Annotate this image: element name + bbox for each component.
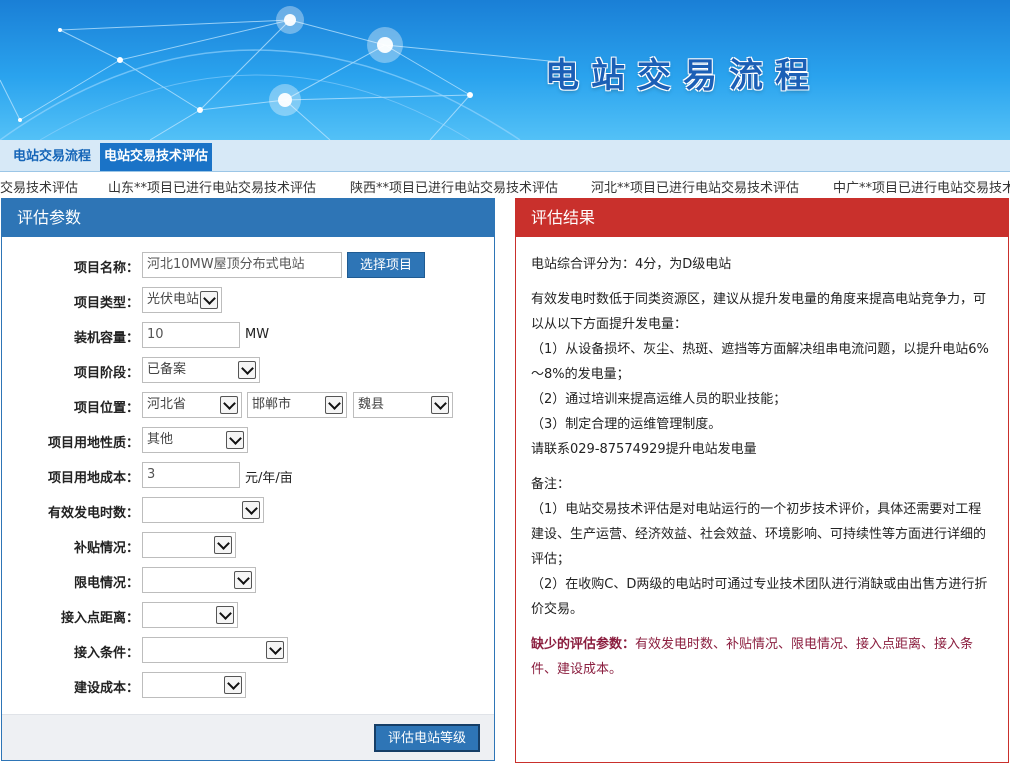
land-nature-value: 其他 (147, 432, 174, 447)
land-nature-select[interactable]: 其他 (142, 427, 248, 453)
row-location: 项目位置： 河北省 邯郸市 魏县 (2, 392, 494, 418)
advice-line: （3）制定合理的运维管理制度。 (531, 417, 722, 432)
label-project-type: 项目类型： (73, 296, 139, 311)
land-cost-input[interactable]: 3 (142, 462, 240, 488)
county-select[interactable]: 魏县 (353, 392, 453, 418)
stage-value: 已备案 (147, 362, 187, 377)
result-panel-title: 评估结果 (516, 199, 1008, 237)
chevron-down-icon (238, 361, 256, 379)
label-subsidy: 补贴情况： (73, 541, 139, 556)
label-location: 项目位置： (73, 401, 139, 416)
chevron-down-icon (234, 571, 252, 589)
evaluate-grade-button[interactable]: 评估电站等级 (373, 724, 480, 752)
result-notes: 备注： （1）电站交易技术评估是对电站运行的一个初步技术评价，具体还需要对工程建… (531, 472, 993, 622)
chevron-down-icon (242, 501, 260, 519)
stage-select[interactable]: 已备案 (142, 357, 260, 383)
province-value: 河北省 (147, 397, 187, 412)
chevron-down-icon (266, 641, 284, 659)
advice-line: 有效发电时数低于同类资源区，建议从提升发电量的角度来提高电站竞争力，可以从以下方… (531, 292, 987, 332)
build-cost-select[interactable] (142, 672, 246, 698)
note-line: （1）电站交易技术评估是对电站运行的一个初步技术评价，具体还需要对工程建设、生产… (531, 502, 987, 567)
header-banner: 电站交易流程 (0, 0, 1010, 140)
notes-title: 备注： (531, 477, 571, 492)
ticker-item[interactable]: 陕西**项目已进行电站交易技术评估 (350, 177, 558, 196)
city-value: 邯郸市 (252, 397, 292, 412)
label-stage: 项目阶段： (73, 366, 139, 381)
news-ticker: 交易技术评估 山东**项目已进行电站交易技术评估 陕西**项目已进行电站交易技术… (0, 173, 1010, 197)
chevron-down-icon (216, 606, 234, 624)
label-gen-hours: 有效发电时数： (47, 506, 139, 521)
result-advice: 有效发电时数低于同类资源区，建议从提升发电量的角度来提高电站竞争力，可以从以下方… (531, 287, 993, 462)
access-condition-select[interactable] (142, 637, 288, 663)
project-type-value: 光伏电站 (147, 292, 200, 307)
select-project-button[interactable]: 选择项目 (347, 252, 426, 278)
chevron-down-icon (200, 291, 218, 309)
province-select[interactable]: 河北省 (142, 392, 242, 418)
note-line: （2）在收购C、D两级的电站时可通过专业技术团队进行消缺或由出售方进行折价交易。 (531, 577, 988, 617)
chevron-down-icon (220, 396, 238, 414)
curtailment-select[interactable] (142, 567, 256, 593)
ticker-item[interactable]: 交易技术评估 (0, 177, 78, 196)
result-score: 电站综合评分为：4分，为D级电站 (531, 257, 732, 272)
params-footer: 评估电站等级 (2, 714, 494, 760)
ticker-item[interactable]: 河北**项目已进行电站交易技术评估 (591, 177, 799, 196)
land-cost-unit: 元/年/亩 (245, 471, 293, 486)
row-access-condition: 接入条件： (2, 637, 494, 663)
label-distance: 接入点距离： (60, 611, 139, 626)
evaluation-result-panel: 评估结果 电站综合评分为：4分，为D级电站 有效发电时数低于同类资源区，建议从提… (515, 198, 1009, 763)
params-panel-title: 评估参数 (2, 199, 494, 237)
advice-line: （1）从设备损坏、灰尘、热斑、遮挡等方面解决组串电流问题，以提升电站6%～8%的… (531, 342, 989, 382)
missing-params-title: 缺少的评估参数： (531, 637, 636, 652)
missing-params: 缺少的评估参数：有效发电时数、补贴情况、限电情况、接入点距离、接入条件、建设成本… (531, 632, 993, 682)
chevron-down-icon (431, 396, 449, 414)
row-project-name: 项目名称： 河北10MW屋顶分布式电站 选择项目 (2, 252, 494, 278)
row-land-nature: 项目用地性质： 其他 (2, 427, 494, 453)
row-stage: 项目阶段： 已备案 (2, 357, 494, 383)
evaluation-params-panel: 评估参数 项目名称： 河北10MW屋顶分布式电站 选择项目 项目类型： 光伏电站… (1, 198, 495, 761)
capacity-unit: MW (245, 327, 270, 342)
capacity-input[interactable]: 10 (142, 322, 240, 348)
ticker-item[interactable]: 中广**项目已进行电站交易技术 (833, 177, 1010, 196)
tab-bar: 电站交易流程 电站交易技术评估 (0, 140, 1010, 172)
gen-hours-select[interactable] (142, 497, 264, 523)
advice-line: （2）通过培训来提高运维人员的职业技能； (531, 392, 787, 407)
county-value: 魏县 (358, 397, 385, 412)
row-capacity: 装机容量： 10 MW (2, 322, 494, 348)
network-globe-graphic (0, 6, 561, 140)
row-project-type: 项目类型： 光伏电站 (2, 287, 494, 313)
row-build-cost: 建设成本： (2, 672, 494, 698)
project-type-select[interactable]: 光伏电站 (142, 287, 222, 313)
distance-select[interactable] (142, 602, 238, 628)
tab-trade-process[interactable]: 电站交易流程 (9, 143, 95, 171)
tab-tech-evaluation[interactable]: 电站交易技术评估 (100, 143, 213, 171)
row-land-cost: 项目用地成本： 3 元/年/亩 (2, 462, 494, 488)
row-subsidy: 补贴情况： (2, 532, 494, 558)
label-land-nature: 项目用地性质： (47, 436, 139, 451)
city-select[interactable]: 邯郸市 (247, 392, 347, 418)
chevron-down-icon (214, 536, 232, 554)
subsidy-select[interactable] (142, 532, 236, 558)
ticker-item[interactable]: 山东**项目已进行电站交易技术评估 (108, 177, 316, 196)
row-gen-hours: 有效发电时数： (2, 497, 494, 523)
label-build-cost: 建设成本： (73, 681, 139, 696)
row-distance: 接入点距离： (2, 602, 494, 628)
row-curtailment: 限电情况： (2, 567, 494, 593)
chevron-down-icon (224, 676, 242, 694)
project-name-input[interactable]: 河北10MW屋顶分布式电站 (142, 252, 342, 278)
label-access-condition: 接入条件： (73, 646, 139, 661)
chevron-down-icon (325, 396, 343, 414)
label-curtailment: 限电情况： (73, 576, 139, 591)
label-project-name: 项目名称： (73, 261, 139, 276)
label-land-cost: 项目用地成本： (47, 471, 139, 486)
banner-title: 电站交易流程 (545, 56, 821, 96)
advice-line: 请联系029-87574929提升电站发电量 (531, 442, 757, 457)
chevron-down-icon (226, 431, 244, 449)
label-capacity: 装机容量： (73, 331, 139, 346)
